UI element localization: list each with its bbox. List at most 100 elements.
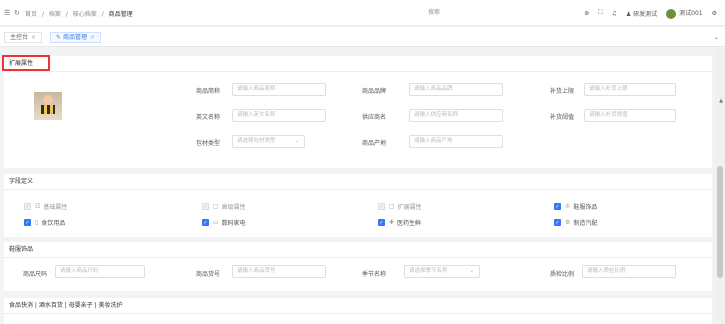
breadcrumb-archive[interactable]: 档案 xyxy=(49,11,61,18)
breadcrumb-sep: / xyxy=(41,11,44,18)
season-label: 季节名称 xyxy=(362,271,387,278)
close-icon[interactable]: × xyxy=(31,34,36,41)
field-checkbox[interactable]: ✓ ♔ 鞋服饰品 xyxy=(554,202,597,211)
checkbox-box: ✓ xyxy=(24,203,31,210)
qc-label: 质检比例 xyxy=(550,271,575,278)
sku-label: 商品货号 xyxy=(196,271,221,278)
tab-label: 主控台 xyxy=(10,34,29,41)
origin-input[interactable]: 请输入商品产地 xyxy=(409,135,503,148)
breadcrumb-current: 商品管理 xyxy=(108,11,133,18)
category-icon: ⚙ xyxy=(565,219,571,226)
edit-icon: ✎ xyxy=(56,34,62,41)
user-icon: ♟ xyxy=(625,10,632,18)
close-icon[interactable]: × xyxy=(90,34,95,41)
tab-label: 商品管理 xyxy=(62,34,87,41)
checkbox-label: 高级属性 xyxy=(221,204,246,211)
refresh-icon[interactable]: ↻ xyxy=(14,9,20,17)
season-select[interactable]: 请选择季节名称 ⌄ xyxy=(404,265,480,278)
chevron-down-icon: ⌄ xyxy=(469,268,474,274)
en-name-input[interactable]: 请输入英文名称 xyxy=(232,109,326,122)
checkbox-box: ✓ xyxy=(202,203,209,210)
chevron-down-icon: ⌄ xyxy=(294,138,299,144)
bell-icon[interactable]: ♫ xyxy=(611,10,616,17)
checkbox-box[interactable]: ✓ xyxy=(378,219,385,226)
scrollbar-thumb[interactable] xyxy=(717,166,723,278)
tab-dashboard[interactable]: 主控台 × xyxy=(4,32,43,43)
category-icon: ▭ xyxy=(213,219,219,226)
rd-test-menu[interactable]: ♟ 研发测试 xyxy=(626,9,657,18)
highlight-box xyxy=(2,55,50,71)
breadcrumb-sep: / xyxy=(65,11,68,18)
breadcrumb-home[interactable]: 首页 xyxy=(25,11,37,18)
category-icon: ☷ xyxy=(35,203,41,210)
scroll-up-icon[interactable]: ▲ xyxy=(719,98,723,104)
fullscreen-icon[interactable]: ⛶ xyxy=(598,9,602,17)
packing-select[interactable]: 请选择包材类型 ⌄ xyxy=(232,135,305,148)
search-button[interactable]: 搜索 xyxy=(428,9,440,17)
menu-toggle-icon[interactable]: ☰ xyxy=(4,9,10,17)
field-checkbox: ✓ ☷ 基础属性 xyxy=(24,202,67,211)
brand-label: 商品品牌 xyxy=(362,88,387,95)
section-title: 食品快消 | 酒水百货 | 母婴亲子 | 美妆洗护 xyxy=(4,298,712,314)
avatar xyxy=(666,8,677,19)
category-icon: ▢ xyxy=(213,203,219,210)
settings-icon[interactable]: ⚙ xyxy=(712,10,717,17)
sku-input[interactable]: 请输入商品货号 xyxy=(232,265,326,278)
section-title: 扩展属性 xyxy=(4,56,712,72)
field-checkbox[interactable]: ✓ ▯ 食饮用品 xyxy=(24,218,65,227)
checkbox-label: 扩展属性 xyxy=(397,204,422,211)
checkbox-box[interactable]: ✓ xyxy=(554,203,561,210)
breadcrumb-core-archive[interactable]: 核心档案 xyxy=(73,11,97,18)
product-image[interactable] xyxy=(34,92,62,120)
category-icon: ▯ xyxy=(35,219,39,226)
checkbox-box[interactable]: ✓ xyxy=(24,219,31,226)
en-name-label: 英文名称 xyxy=(196,114,221,121)
breadcrumb: 首页 / 档案 / 核心档案 / 商品管理 xyxy=(25,9,136,18)
category-icon: ▢ xyxy=(389,203,395,210)
checkbox-box[interactable]: ✓ xyxy=(554,219,561,226)
checkbox-label: 数码家电 xyxy=(221,220,246,227)
packing-placeholder: 请选择包材类型 xyxy=(237,138,276,144)
user-name: 测试001 xyxy=(679,10,703,17)
github-icon[interactable]: ⊛ xyxy=(584,10,589,17)
breadcrumb-sep: / xyxy=(101,11,104,18)
ext-attributes-card: 扩展属性 商品简称 请输入商品简称 商品品牌 请输入商品品牌 补货上限 请输入补… xyxy=(4,56,712,168)
field-checkbox[interactable]: ✓ ⚙ 制造汽配 xyxy=(554,218,597,227)
supplier-label: 供应商名 xyxy=(362,114,387,121)
size-label: 商品尺码 xyxy=(23,271,48,278)
checkbox-label: 基础属性 xyxy=(43,204,68,211)
checkbox-label: 制造汽配 xyxy=(573,220,598,227)
brand-input[interactable]: 请输入商品品牌 xyxy=(409,83,503,96)
field-checkbox: ✓ ▢ 高级属性 xyxy=(202,202,246,211)
field-checkbox[interactable]: ✓ ▭ 数码家电 xyxy=(202,218,246,227)
section-title: 鞋服饰品 xyxy=(4,242,712,258)
tab-product-management[interactable]: ✎ 商品管理 × xyxy=(50,32,101,43)
apparel-card: 鞋服饰品 商品尺码 请输入商品尺码 商品货号 请输入商品货号 季节名称 请选择季… xyxy=(4,242,712,291)
checkbox-label: 食饮用品 xyxy=(41,220,66,227)
user-menu[interactable]: 测试001 xyxy=(666,8,703,19)
qc-input[interactable]: 请输入质检比例 xyxy=(582,265,676,278)
field-definition-card: 字段定义 ✓ ☷ 基础属性 ✓ ▢ 高级属性 ✓ ▢ 扩展属性 ✓ ♔ 鞋服饰品 ✓ ▯ 食饮用品 ✓ ▭ 数码家… xyxy=(4,174,712,237)
reorder-max-input[interactable]: 请输入补货上限 xyxy=(584,83,676,96)
checkbox-label: 医药生鲜 xyxy=(397,220,422,227)
reorder-threshold-label: 补货阈值 xyxy=(550,114,575,121)
short-name-input[interactable]: 请输入商品简称 xyxy=(232,83,326,96)
chevron-down-icon[interactable]: ⌄ xyxy=(714,34,719,41)
food-card: 食品快消 | 酒水百货 | 母婴亲子 | 美妆洗护 xyxy=(4,298,712,324)
rd-test-label: 研发测试 xyxy=(633,10,658,18)
season-placeholder: 请选择季节名称 xyxy=(409,268,448,274)
size-input[interactable]: 请输入商品尺码 xyxy=(55,265,145,278)
checkbox-box[interactable]: ✓ xyxy=(202,219,209,226)
field-checkbox[interactable]: ✓ ✚ 医药生鲜 xyxy=(378,218,421,227)
scrollbar[interactable]: ▲ xyxy=(715,48,725,324)
top-bar: ☰ ↻ 首页 / 档案 / 核心档案 / 商品管理 搜索 ⊛ ⛶ ♫ ♟ 研发测… xyxy=(0,0,725,26)
main-content: 扩展属性 商品简称 请输入商品简称 商品品牌 请输入商品品牌 补货上限 请输入补… xyxy=(0,48,715,324)
supplier-input[interactable]: 请输入供应商名称 xyxy=(409,109,503,122)
checkbox-label: 鞋服饰品 xyxy=(573,204,598,211)
tab-bar: 主控台 × ✎ 商品管理 × ⌄ xyxy=(0,27,725,47)
reorder-threshold-input[interactable]: 请输入补货阈值 xyxy=(584,109,676,122)
origin-label: 商品产地 xyxy=(362,140,387,147)
category-icon: ♔ xyxy=(565,203,571,210)
checkbox-box: ✓ xyxy=(378,203,385,210)
short-name-label: 商品简称 xyxy=(196,88,221,95)
